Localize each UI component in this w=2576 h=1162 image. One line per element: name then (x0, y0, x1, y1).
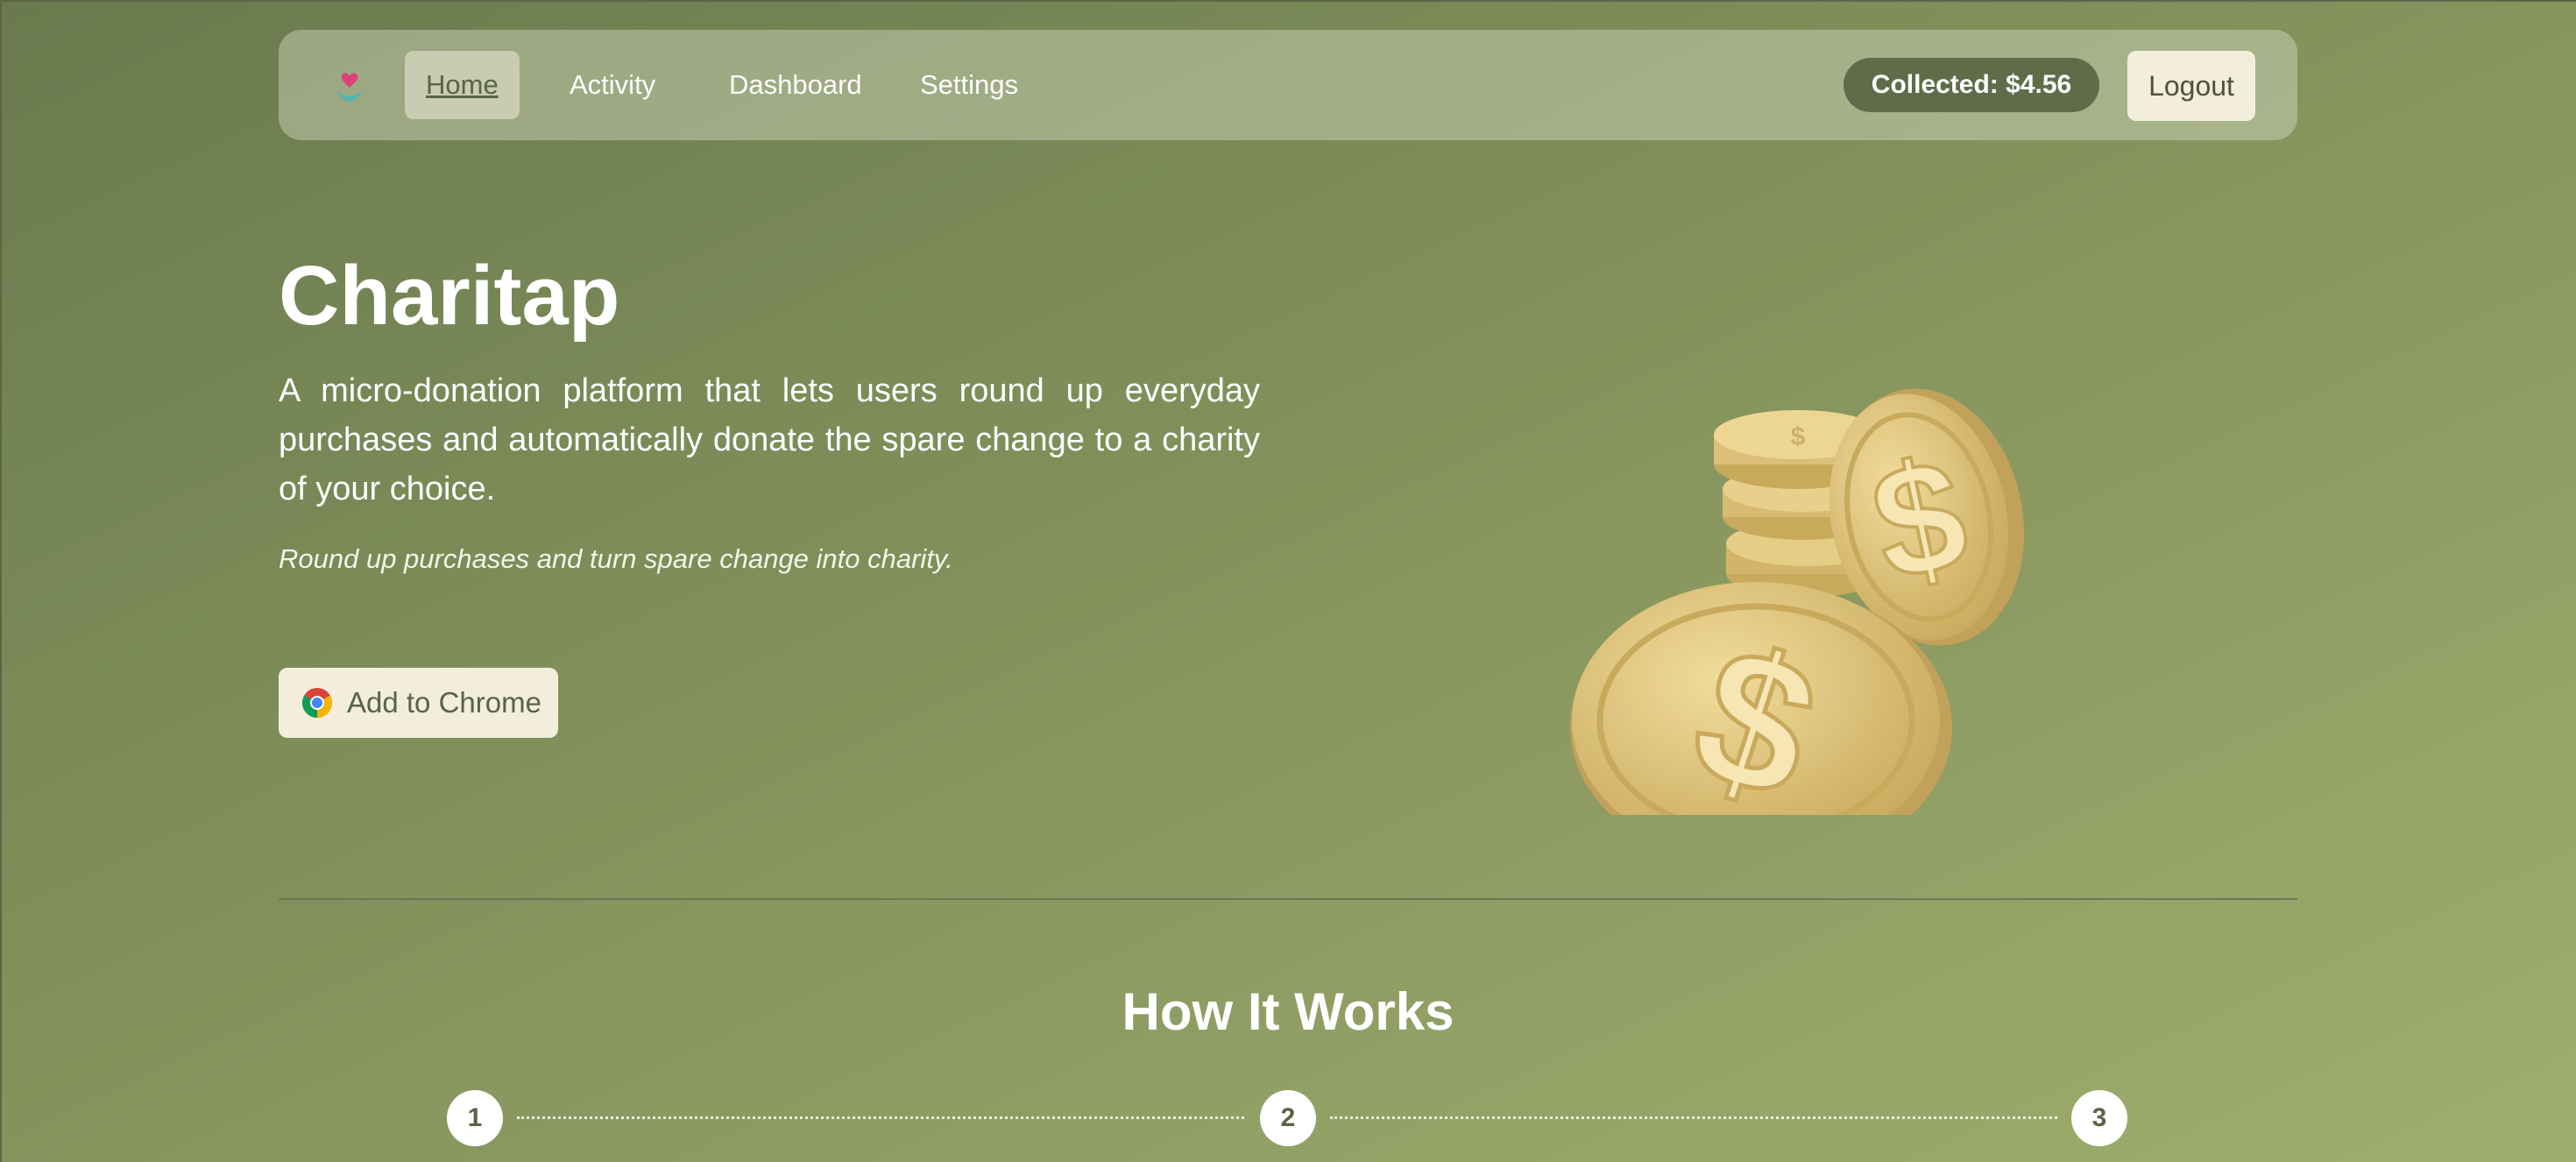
how-it-works-title: How It Works (1122, 982, 1454, 1041)
hero-title: Charitap (279, 249, 620, 343)
step-1-marker: 1 (447, 1090, 503, 1146)
svg-text:$: $ (1791, 422, 1806, 451)
hero-description: A micro-donation platform that lets user… (279, 372, 1260, 507)
coins-illustration: $ $ $ (1570, 388, 2025, 815)
section-divider (279, 898, 2297, 900)
add-to-chrome-button[interactable]: Add to Chrome (279, 668, 558, 738)
step-2-marker: 2 (1260, 1090, 1316, 1146)
top-border (0, 0, 2576, 2)
step-3-marker: 3 (2071, 1090, 2127, 1146)
navbar: Home Activity Dashboard Settings Collect… (279, 30, 2297, 140)
logout-button[interactable]: Logout (2127, 51, 2255, 121)
heart-hands-icon[interactable] (329, 65, 370, 105)
nav-home[interactable]: Home (405, 51, 520, 119)
nav-dashboard[interactable]: Dashboard (708, 51, 883, 119)
nav-settings[interactable]: Settings (899, 51, 1039, 119)
step-connector (1330, 1116, 2057, 1119)
hero-tagline: Round up purchases and turn spare change… (279, 543, 953, 574)
nav-activity[interactable]: Activity (548, 51, 676, 119)
step-connector (517, 1116, 1244, 1119)
chrome-icon (302, 688, 332, 718)
collected-badge: Collected: $4.56 (1844, 58, 2099, 112)
add-to-chrome-label: Add to Chrome (347, 686, 541, 719)
